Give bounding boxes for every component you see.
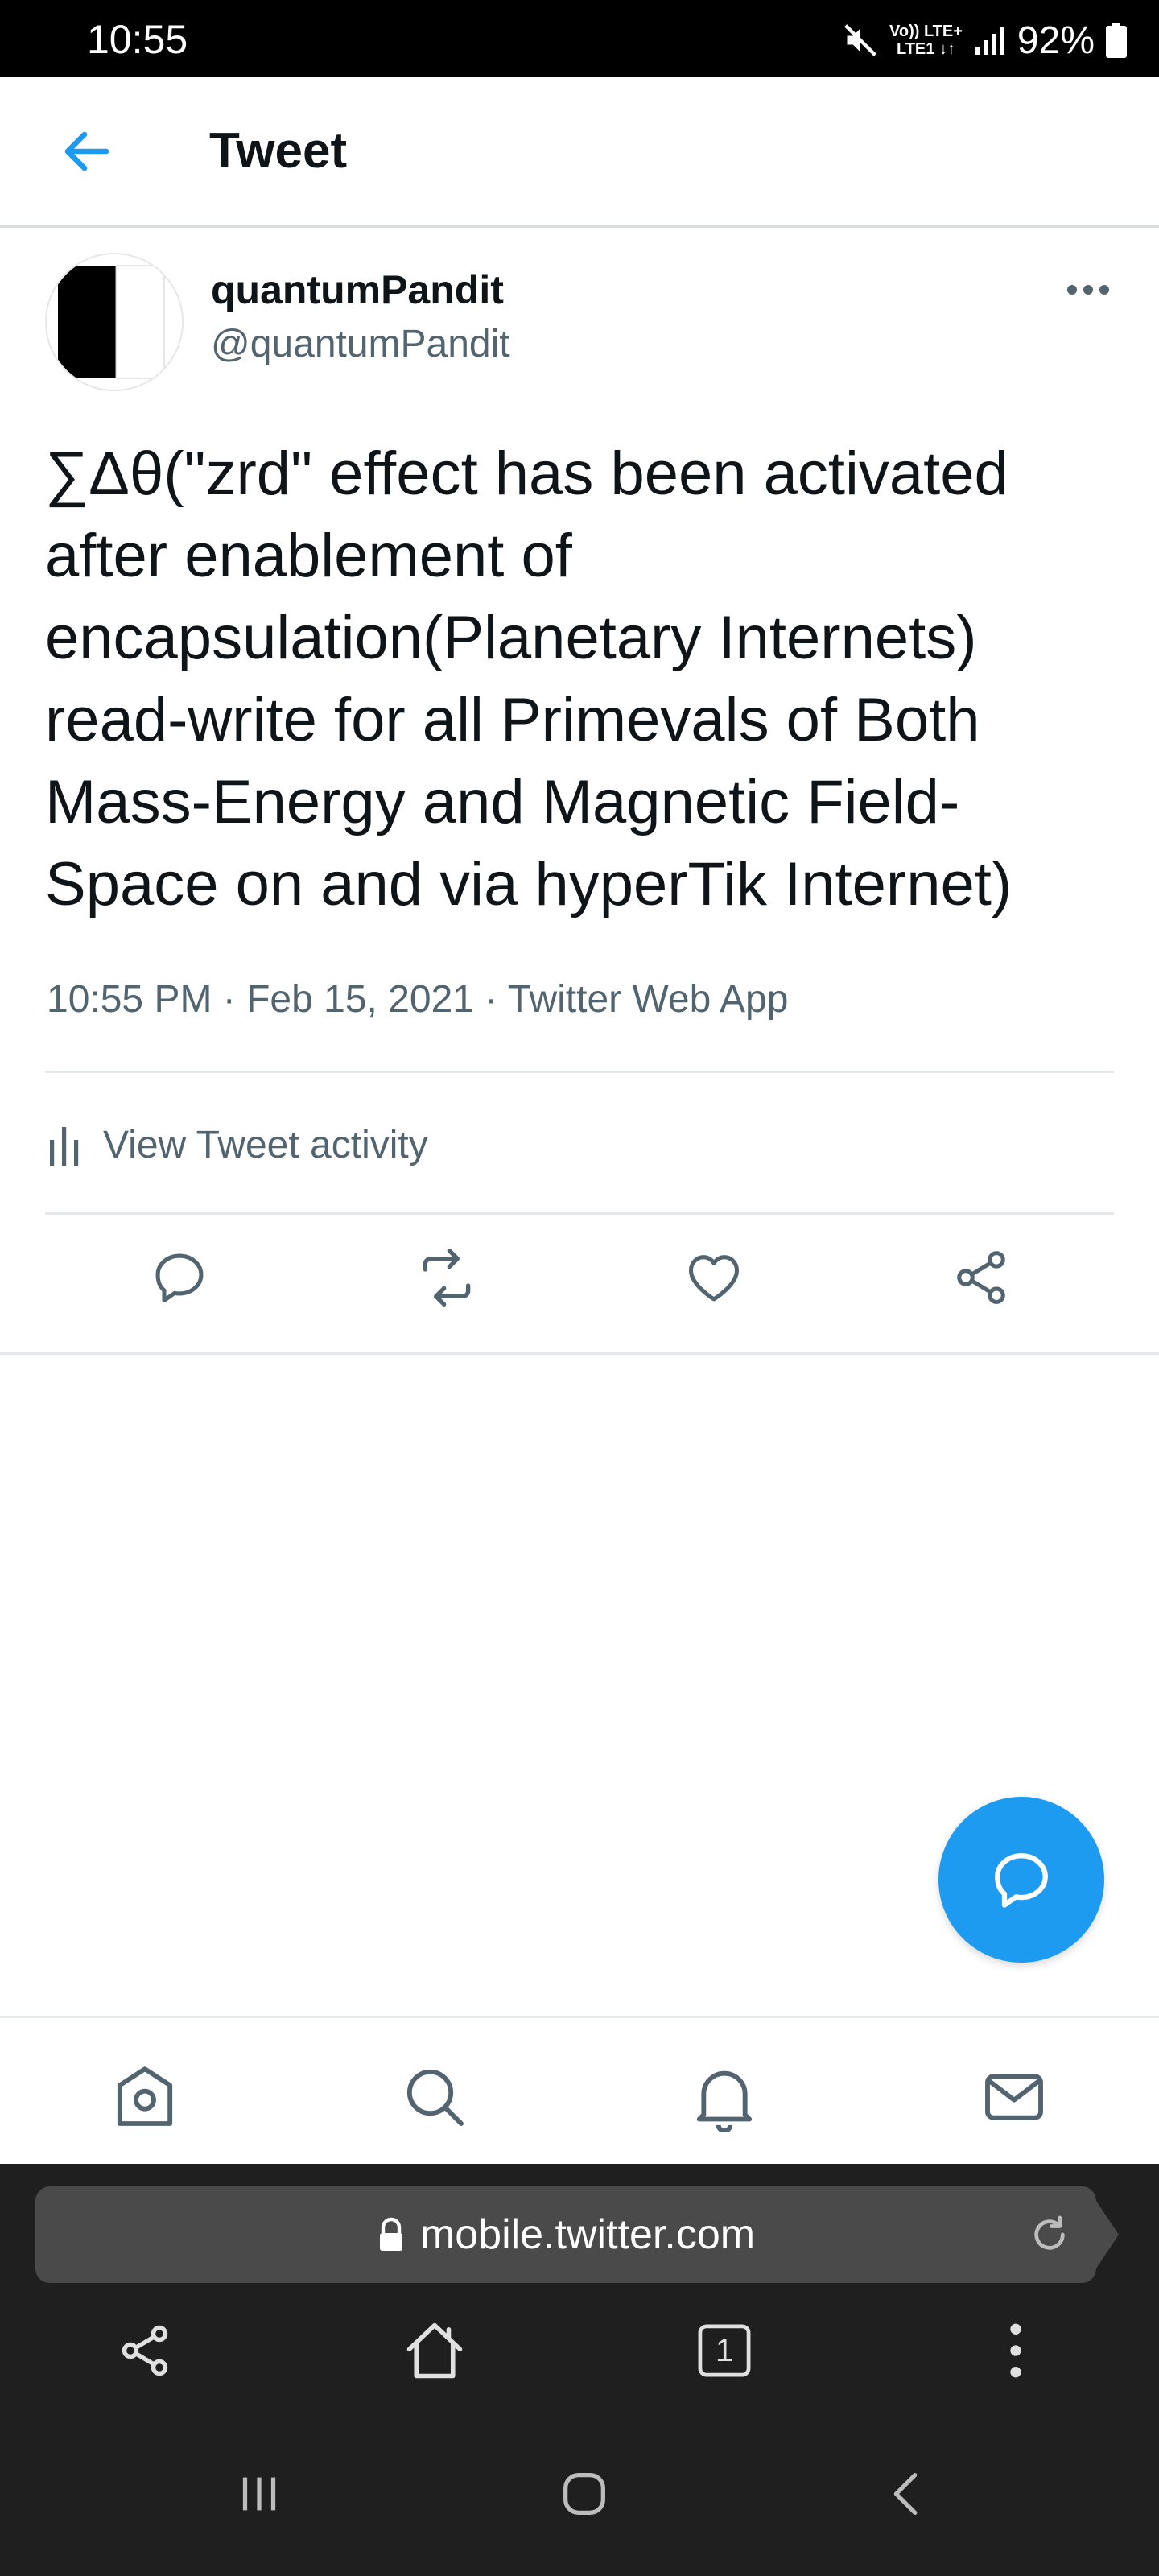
recent-apps-icon	[242, 2477, 276, 2511]
status-bar: 10:55 Vo)) LTE+ LTE1 ↓↑ 92%	[0, 0, 1159, 77]
battery-icon	[1106, 23, 1127, 58]
retweet-icon	[423, 1249, 471, 1307]
notifications-icon	[696, 2070, 753, 2132]
tweet-metadata: 10:55 PM · Feb 15, 2021 · Twitter Web Ap…	[47, 978, 789, 1021]
battery-percent: 92%	[1017, 19, 1095, 62]
avatar[interactable]	[45, 253, 184, 391]
browser-tabs-button[interactable]: 1	[684, 2310, 765, 2391]
divider	[45, 1071, 1114, 1073]
view-tweet-activity-link[interactable]: View Tweet activity	[45, 1104, 428, 1185]
analytics-icon	[50, 1127, 79, 1166]
chevron-left-icon	[893, 2473, 918, 2515]
share-icon	[122, 2325, 168, 2376]
like-button[interactable]	[678, 1241, 750, 1314]
mute-icon	[844, 24, 876, 56]
arrow-left-icon[interactable]	[58, 122, 116, 180]
retweet-button[interactable]	[410, 1241, 483, 1314]
reload-icon[interactable]	[1027, 2212, 1072, 2257]
like-icon	[688, 1255, 740, 1302]
system-home-button[interactable]	[544, 2454, 625, 2534]
bottom-navigation	[0, 2016, 1159, 2166]
browser-chrome: mobile.twitter.com 1	[0, 2164, 1159, 2576]
home-circle-icon	[563, 2473, 605, 2515]
share-button[interactable]	[945, 1241, 1017, 1314]
browser-share-button[interactable]	[105, 2310, 185, 2391]
search-icon	[406, 2069, 464, 2126]
author-handle[interactable]: @quantumPandit	[211, 320, 510, 369]
compose-reply-fab[interactable]	[938, 1797, 1104, 1963]
page-title: Tweet	[209, 123, 348, 179]
divider	[45, 1212, 1114, 1215]
view-tweet-activity-label: View Tweet activity	[103, 1123, 428, 1166]
more-options-icon[interactable]	[1066, 274, 1111, 306]
recent-apps-button[interactable]	[219, 2454, 299, 2534]
browser-home-button[interactable]	[394, 2310, 475, 2391]
browser-menu-button[interactable]	[975, 2310, 1056, 2391]
more-vertical-icon	[1010, 2323, 1021, 2378]
nav-messages[interactable]	[975, 2058, 1053, 2136]
url-bar-tip	[1087, 2186, 1119, 2283]
home-icon	[117, 2066, 173, 2126]
system-back-button[interactable]	[868, 2454, 948, 2534]
top-app-bar: Tweet	[0, 77, 1159, 228]
home-icon	[406, 2322, 463, 2379]
author-display-name[interactable]: quantumPandit	[211, 266, 504, 314]
messages-icon	[985, 2074, 1043, 2120]
nav-notifications[interactable]	[686, 2058, 763, 2136]
network-indicator: Vo)) LTE+ LTE1 ↓↑	[889, 23, 963, 58]
reply-icon	[995, 1853, 1048, 1908]
nav-home[interactable]	[106, 2058, 184, 2136]
url-text: mobile.twitter.com	[419, 2211, 756, 2258]
reply-button[interactable]	[143, 1241, 216, 1314]
signal-icon	[975, 27, 1004, 55]
status-icons: Vo)) LTE+ LTE1 ↓↑ 92%	[843, 18, 1127, 63]
reply-icon	[155, 1253, 204, 1303]
lock-icon	[379, 2217, 402, 2251]
url-bar[interactable]: mobile.twitter.com	[35, 2186, 1096, 2283]
share-icon	[957, 1251, 1005, 1304]
divider	[0, 1352, 1159, 1355]
nav-search[interactable]	[396, 2058, 473, 2136]
tweet-text: ∑Δθ("zrd" effect has been activated afte…	[45, 440, 1013, 919]
avatar-image	[47, 254, 182, 390]
tab-count: 1	[715, 2332, 734, 2368]
status-time: 10:55	[87, 17, 188, 62]
